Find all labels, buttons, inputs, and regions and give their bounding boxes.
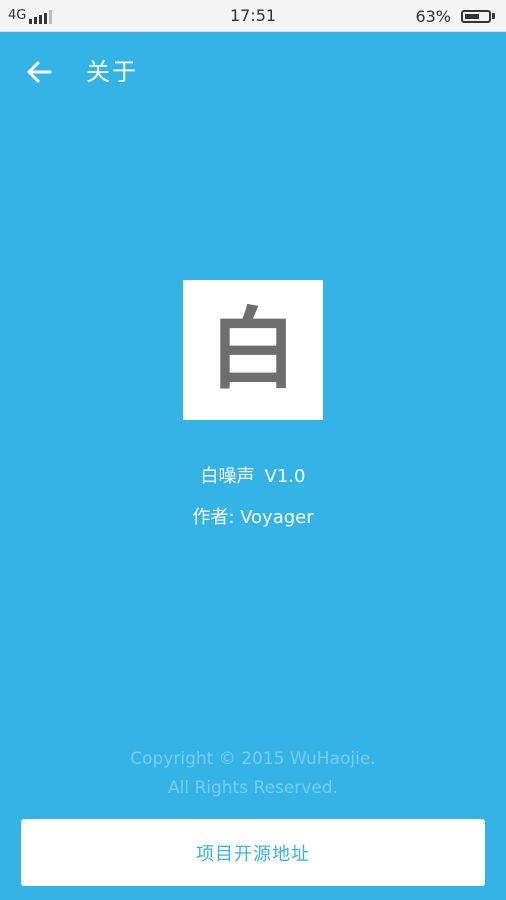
app-name: 白噪声	[200, 466, 255, 487]
status-bar: 4G 17:51 63%	[0, 0, 506, 32]
arrow-left-icon	[27, 61, 52, 83]
toolbar: 关于	[0, 32, 506, 112]
battery-indicator: 63%	[415, 6, 495, 26]
about-screen: 4G 17:51 63% 关于 白 白噪声 V1.0 作者: Voyager C…	[0, 0, 506, 900]
app-name-version: 白噪声 V1.0	[0, 464, 506, 490]
copyright-line: Copyright © 2015 WuHaojie.	[130, 749, 376, 769]
author-label: 作者: Voyager	[192, 507, 314, 528]
battery-fill	[465, 13, 479, 19]
battery-icon	[461, 9, 491, 23]
battery-tip	[492, 13, 495, 19]
battery-percent: 63%	[415, 6, 451, 26]
logo-glyph: 白	[208, 298, 297, 401]
page-title: 关于	[86, 58, 138, 86]
copyright: Copyright © 2015 WuHaojie. All Rights Re…	[0, 745, 506, 803]
open-source-button[interactable]: 项目开源地址	[21, 819, 485, 886]
app-logo: 白	[183, 280, 323, 420]
copyright-line: All Rights Reserved.	[167, 778, 339, 798]
app-version: V1.0	[264, 466, 306, 487]
back-button[interactable]	[16, 52, 62, 92]
